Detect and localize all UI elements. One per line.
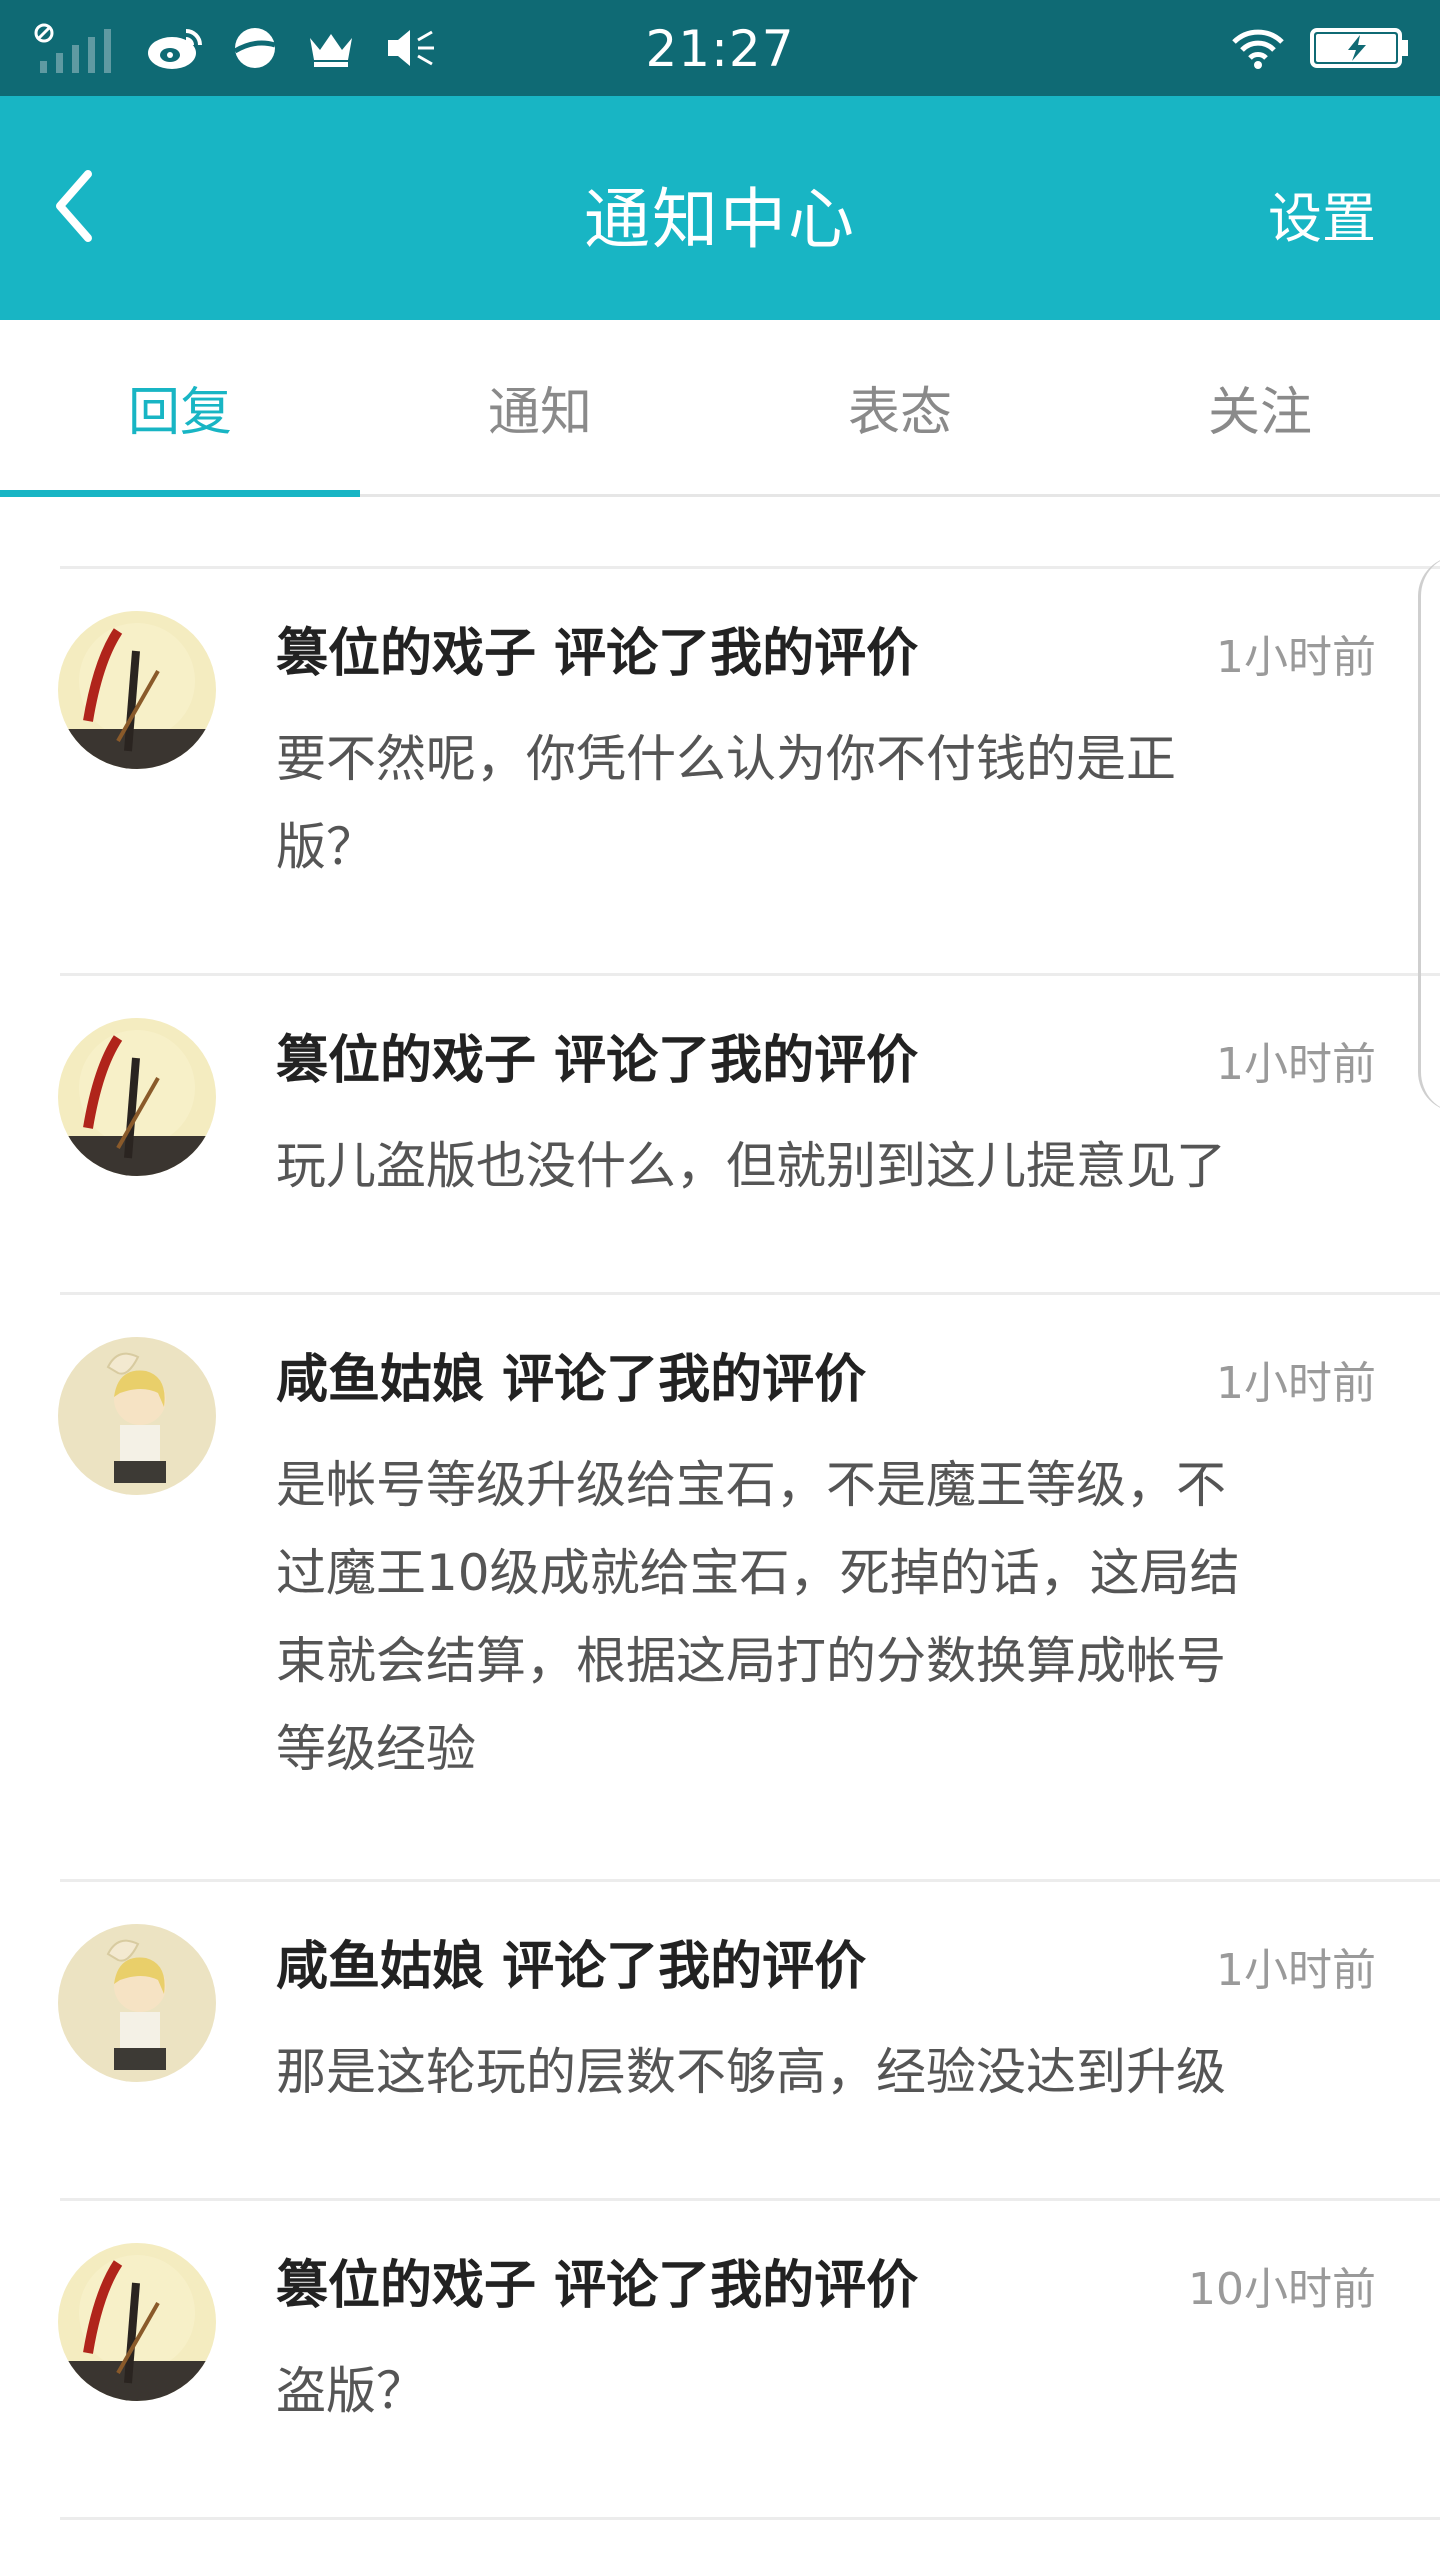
battery-charging-icon — [1306, 26, 1410, 70]
tab-notice[interactable]: 通知 — [360, 320, 720, 494]
item-time: 10小时前 — [1188, 2264, 1376, 2315]
item-title: 篡位的戏子 评论了我的评价 — [276, 1031, 919, 1091]
item-title: 咸鱼姑娘 评论了我的评价 — [276, 1350, 867, 1410]
item-body-line: 盗版？ — [276, 2362, 426, 2420]
scrollbar[interactable] — [1418, 556, 1440, 1112]
status-time: 21:27 — [645, 20, 795, 78]
item-body-line: 等级经验 — [276, 1720, 476, 1778]
settings-button[interactable]: 设置 — [1268, 174, 1376, 253]
status-bar: 21:27 — [0, 0, 1440, 96]
avatar[interactable] — [58, 2243, 216, 2401]
list-item[interactable]: 咸鱼姑娘 评论了我的评价 1小时前 是帐号等级升级给宝石，不是魔王等级，不 过魔… — [58, 1292, 1440, 1879]
notification-list: 篡位的戏子 评论了我的评价 1小时前 要不然呢，你凭什么认为你不付钱的是正 版？… — [0, 566, 1440, 2520]
item-body: 盗版？ — [276, 2347, 1386, 2435]
list-item[interactable]: 篡位的戏子 评论了我的评价 10小时前 盗版？ — [58, 2198, 1440, 2520]
item-title: 篡位的戏子 评论了我的评价 — [276, 624, 919, 684]
item-body: 要不然呢，你凭什么认为你不付钱的是正 版？ — [276, 715, 1386, 891]
item-body-line: 版？ — [276, 818, 376, 876]
item-body: 玩儿盗版也没什么，但就别到这儿提意见了 — [276, 1122, 1386, 1210]
item-time: 1小时前 — [1216, 1039, 1376, 1090]
list-item[interactable]: 咸鱼姑娘 评论了我的评价 1小时前 那是这轮玩的层数不够高，经验没达到升级 — [58, 1879, 1440, 2198]
avatar[interactable] — [58, 1924, 216, 2082]
item-body-line: 玩儿盗版也没什么，但就别到这儿提意见了 — [276, 1137, 1226, 1195]
status-right-icons — [1230, 20, 1410, 76]
page-title: 通知中心 — [584, 181, 856, 258]
item-body-line: 那是这轮玩的层数不够高，经验没达到升级 — [276, 2043, 1226, 2101]
item-body-line: 束就会结算，根据这局打的分数换算成帐号 — [276, 1632, 1226, 1690]
tab-follow[interactable]: 关注 — [1080, 320, 1440, 494]
tab-reply[interactable]: 回复 — [0, 320, 360, 494]
item-body-line: 是帐号等级升级给宝石，不是魔王等级，不 — [276, 1456, 1226, 1514]
item-body-line: 要不然呢，你凭什么认为你不付钱的是正 — [276, 730, 1176, 788]
app-header: 通知中心 设置 — [0, 96, 1440, 320]
tab-bar: 回复 通知 表态 关注 — [0, 320, 1440, 497]
item-time: 1小时前 — [1216, 1945, 1376, 1996]
list-item[interactable]: 篡位的戏子 评论了我的评价 1小时前 玩儿盗版也没什么，但就别到这儿提意见了 — [58, 973, 1440, 1292]
avatar[interactable] — [58, 1337, 216, 1495]
wifi-icon — [1230, 26, 1286, 70]
tab-reaction[interactable]: 表态 — [720, 320, 1080, 494]
item-body: 是帐号等级升级给宝石，不是魔王等级，不 过魔王10级成就给宝石，死掉的话，这局结… — [276, 1441, 1386, 1793]
item-title: 篡位的戏子 评论了我的评价 — [276, 2256, 919, 2316]
avatar[interactable] — [58, 611, 216, 769]
item-body: 那是这轮玩的层数不够高，经验没达到升级 — [276, 2028, 1386, 2116]
item-time: 1小时前 — [1216, 1358, 1376, 1409]
list-item[interactable]: 篡位的戏子 评论了我的评价 1小时前 要不然呢，你凭什么认为你不付钱的是正 版？ — [58, 566, 1440, 973]
item-body-line: 过魔王10级成就给宝石，死掉的话，这局结 — [276, 1544, 1240, 1602]
item-time: 1小时前 — [1216, 632, 1376, 683]
active-tab-indicator — [0, 490, 360, 497]
item-title: 咸鱼姑娘 评论了我的评价 — [276, 1937, 867, 1997]
avatar[interactable] — [58, 1018, 216, 1176]
